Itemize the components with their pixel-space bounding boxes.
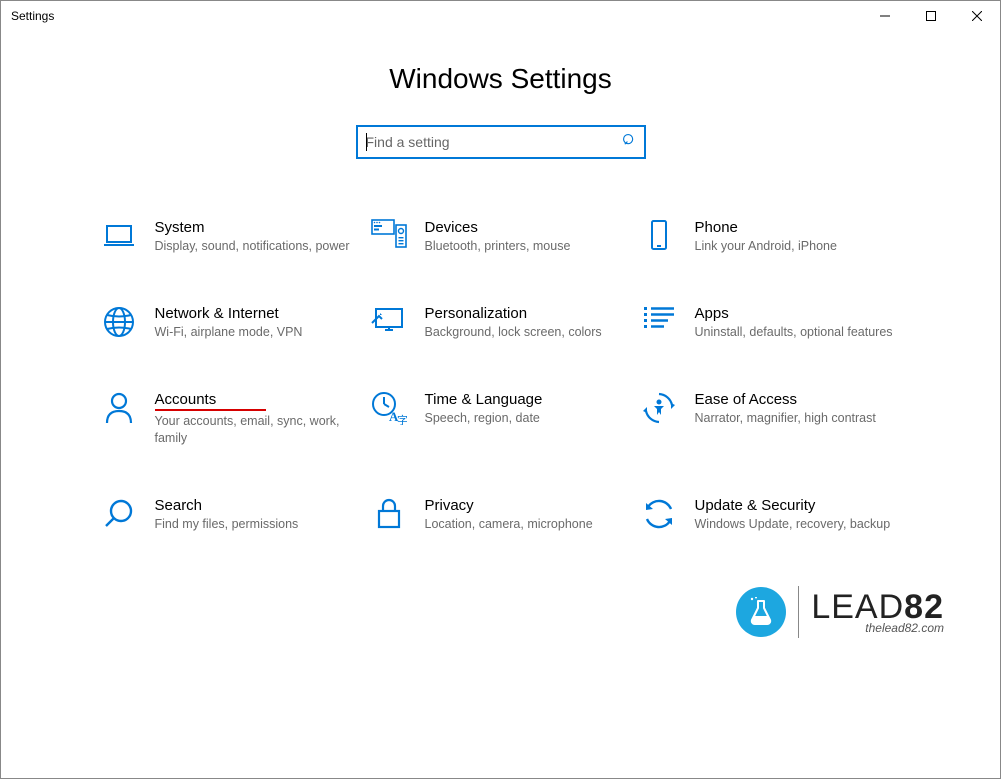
tile-description: Background, lock screen, colors bbox=[425, 324, 631, 341]
svg-text:字: 字 bbox=[397, 413, 407, 425]
tile-description: Location, camera, microphone bbox=[425, 516, 631, 533]
tile-ease-of-access[interactable]: Ease of Access Narrator, magnifier, high … bbox=[641, 391, 901, 447]
tile-description: Find my files, permissions bbox=[155, 516, 361, 533]
watermark: LEAD82 thelead82.com bbox=[736, 586, 944, 638]
phone-icon bbox=[641, 219, 677, 255]
tile-title: System bbox=[155, 219, 205, 236]
apps-icon bbox=[641, 305, 677, 341]
tile-title: Devices bbox=[425, 219, 478, 236]
close-button[interactable] bbox=[954, 1, 1000, 31]
watermark-divider bbox=[798, 586, 799, 638]
tile-description: Display, sound, notifications, power bbox=[155, 238, 361, 255]
search-input[interactable] bbox=[366, 134, 622, 150]
globe-icon bbox=[101, 305, 137, 341]
maximize-button[interactable] bbox=[908, 1, 954, 31]
tile-title: Accounts bbox=[155, 391, 267, 411]
page-heading: Windows Settings bbox=[1, 63, 1000, 95]
tile-title: Ease of Access bbox=[695, 391, 798, 408]
watermark-brand: LEAD82 bbox=[811, 590, 944, 624]
accessibility-icon bbox=[641, 391, 677, 427]
time-language-icon: A字 bbox=[371, 391, 407, 427]
tile-title: Phone bbox=[695, 219, 738, 236]
tile-description: Wi-Fi, airplane mode, VPN bbox=[155, 324, 361, 341]
tile-phone[interactable]: Phone Link your Android, iPhone bbox=[641, 219, 901, 255]
tile-time-language[interactable]: A字 Time & Language Speech, region, date bbox=[371, 391, 631, 447]
tile-personalization[interactable]: Personalization Background, lock screen, … bbox=[371, 305, 631, 341]
tile-description: Uninstall, defaults, optional features bbox=[695, 324, 901, 341]
update-icon bbox=[641, 497, 677, 533]
personalization-icon bbox=[371, 305, 407, 341]
devices-icon bbox=[371, 219, 407, 255]
lock-icon bbox=[371, 497, 407, 533]
minimize-button[interactable] bbox=[862, 1, 908, 31]
tile-description: Speech, region, date bbox=[425, 410, 631, 427]
window-title: Settings bbox=[11, 9, 54, 23]
tile-description: Your accounts, email, sync, work, family bbox=[155, 413, 361, 447]
tile-apps[interactable]: Apps Uninstall, defaults, optional featur… bbox=[641, 305, 901, 341]
tile-update-security[interactable]: Update & Security Windows Update, recover… bbox=[641, 497, 901, 533]
window-controls bbox=[862, 1, 1000, 31]
search-icon bbox=[622, 133, 636, 152]
tile-system[interactable]: System Display, sound, notifications, pow… bbox=[101, 219, 361, 255]
tile-title: Personalization bbox=[425, 305, 528, 322]
tile-description: Link your Android, iPhone bbox=[695, 238, 901, 255]
tile-title: Apps bbox=[695, 305, 729, 322]
tile-search[interactable]: Search Find my files, permissions bbox=[101, 497, 361, 533]
search-icon bbox=[101, 497, 137, 533]
tile-title: Network & Internet bbox=[155, 305, 279, 322]
flask-icon bbox=[736, 587, 786, 637]
tile-network[interactable]: Network & Internet Wi-Fi, airplane mode, … bbox=[101, 305, 361, 341]
tile-title: Search bbox=[155, 497, 203, 514]
tile-description: Windows Update, recovery, backup bbox=[695, 516, 901, 533]
tile-accounts[interactable]: AccountsYour accounts, email, sync, work… bbox=[101, 391, 361, 447]
person-icon bbox=[101, 391, 137, 427]
tile-description: Narrator, magnifier, high contrast bbox=[695, 410, 901, 427]
tile-privacy[interactable]: Privacy Location, camera, microphone bbox=[371, 497, 631, 533]
laptop-icon bbox=[101, 219, 137, 255]
settings-grid: System Display, sound, notifications, pow… bbox=[1, 219, 1000, 533]
text-caret bbox=[366, 133, 367, 151]
titlebar: Settings bbox=[1, 1, 1000, 31]
search-box[interactable] bbox=[356, 125, 646, 159]
tile-title: Update & Security bbox=[695, 497, 816, 514]
tile-title: Time & Language bbox=[425, 391, 543, 408]
tile-description: Bluetooth, printers, mouse bbox=[425, 238, 631, 255]
tile-title: Privacy bbox=[425, 497, 474, 514]
tile-devices[interactable]: Devices Bluetooth, printers, mouse bbox=[371, 219, 631, 255]
